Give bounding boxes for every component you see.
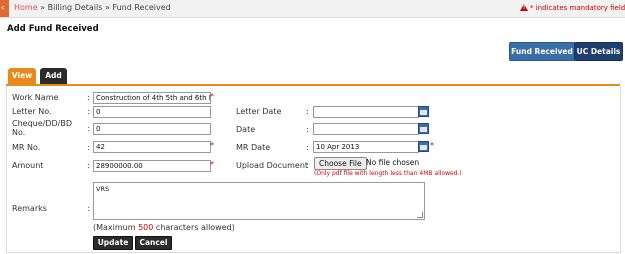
breadcrumb-home[interactable]: Home [14,3,38,12]
letter-date-label: Letter Date [236,107,282,116]
file-status: No file chosen [366,158,420,167]
colon: : [87,107,90,116]
amount-input[interactable]: 28900000.00 [93,160,211,172]
remarks-textarea[interactable]: VRS [93,182,425,220]
remarks-label: Remarks [12,204,47,213]
page-title: Add Fund Received [7,24,99,34]
mr-no-input[interactable]: 42 [93,141,211,153]
tab-view[interactable]: View [8,68,36,84]
date-label: Date [236,125,256,134]
max-note-prefix: (Maximum [93,223,139,232]
breadcrumb-current: Fund Received [112,3,171,12]
breadcrumb-separator: » [37,3,48,12]
fund-received-button[interactable]: Fund Received [509,42,575,61]
mr-date-input[interactable]: 10 Apr 2013 [313,141,419,153]
remarks-value: VRS [96,185,110,193]
work-name-input[interactable]: Construction of 4th 5th and 6th Flo [93,92,211,104]
calendar-icon[interactable] [418,106,429,117]
breadcrumb-separator: » [102,3,113,12]
breadcrumb-billing[interactable]: Billing Details [48,3,103,12]
letter-no-label: Letter No. [12,107,52,116]
upload-note: (Only pdf file with length less than 4MB… [314,170,462,177]
mandatory-note: * indicates mandatory field [520,3,625,12]
required-mark: * [210,160,214,169]
warning-icon [520,4,528,11]
colon: : [87,143,90,152]
letter-no-input[interactable]: 0 [93,106,211,118]
colon: : [87,93,90,102]
colon: : [87,161,90,170]
required-mark: * [430,141,434,150]
cheque-no-input[interactable]: 0 [93,123,211,135]
colon: : [87,204,90,213]
amount-label: Amount [12,161,44,170]
home-tab[interactable]: ‹ [0,0,9,17]
choose-file-button[interactable]: Choose File [314,157,367,170]
max-note-suffix: characters allowed) [153,223,235,232]
uc-details-button[interactable]: UC Details [574,42,623,61]
required-mark: * [210,141,214,150]
calendar-icon[interactable] [418,141,429,152]
cheque-no-label-line2: No. [12,128,26,137]
colon: : [306,125,309,134]
date-input[interactable] [313,123,419,135]
cheque-no-label: Cheque/DD/BD [12,119,73,128]
mandatory-note-text: * indicates mandatory field [530,4,625,12]
home-arrow-icon: ‹ [1,3,5,12]
max-characters-note: (Maximum 500 characters allowed) [93,223,235,232]
breadcrumb: Home » Billing Details » Fund Received [14,3,171,12]
colon: : [306,161,309,170]
letter-date-input[interactable] [313,106,419,118]
tab-add[interactable]: Add [40,68,67,84]
colon: : [87,124,90,133]
required-mark: * [210,92,214,101]
resize-handle[interactable] [417,212,423,218]
work-name-label: Work Name [12,93,59,102]
colon: : [306,107,309,116]
max-note-count: 500 [138,223,154,232]
mr-no-label: MR No. [12,143,41,152]
cancel-button[interactable]: Cancel [135,236,172,250]
upload-document-label: Upload Document [236,161,309,170]
mr-date-label: MR Date [236,143,271,152]
colon: : [306,143,309,152]
update-button[interactable]: Update [93,236,133,250]
calendar-icon[interactable] [418,123,429,134]
